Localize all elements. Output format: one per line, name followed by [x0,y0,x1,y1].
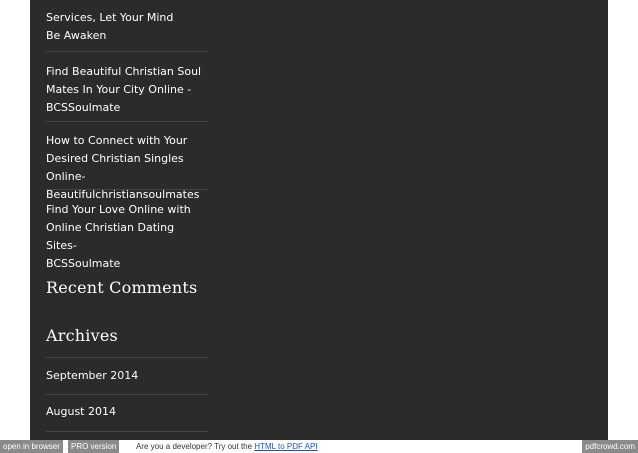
recent-comments-heading: Recent Comments [46,278,198,297]
open-in-browser-button[interactable]: open in browser [0,440,63,453]
recent-post-link[interactable]: Services, Let Your Mind Be Awaken [46,9,208,45]
developer-promo: Are you a developer? Try out the HTML to… [136,440,318,453]
divider [46,357,208,358]
archive-link-september-2014[interactable]: September 2014 [46,367,138,385]
recent-post-link[interactable]: Find Beautiful Christian Soul Mates In Y… [46,63,208,117]
pdfcrowd-footer: open in browser PRO version Are you a de… [0,440,638,453]
archives-heading: Archives [46,326,118,345]
divider [46,431,208,432]
recent-post-link[interactable]: How to Connect with Your Desired Christi… [46,132,216,204]
divider [46,121,208,122]
divider [46,189,208,190]
recent-post-link[interactable]: Find Your Love Online with Online Christ… [46,201,208,273]
archive-link-august-2014[interactable]: August 2014 [46,403,116,421]
divider [46,51,208,52]
divider [46,394,208,395]
html-to-pdf-api-link[interactable]: HTML to PDF API [254,442,317,451]
pro-version-button[interactable]: PRO version [68,440,120,453]
developer-promo-text: Are you a developer? Try out the [136,442,255,451]
content-panel: Services, Let Your Mind Be Awaken Find B… [30,0,608,440]
pdfcrowd-brand-link[interactable]: pdfcrowd.com [582,440,638,453]
